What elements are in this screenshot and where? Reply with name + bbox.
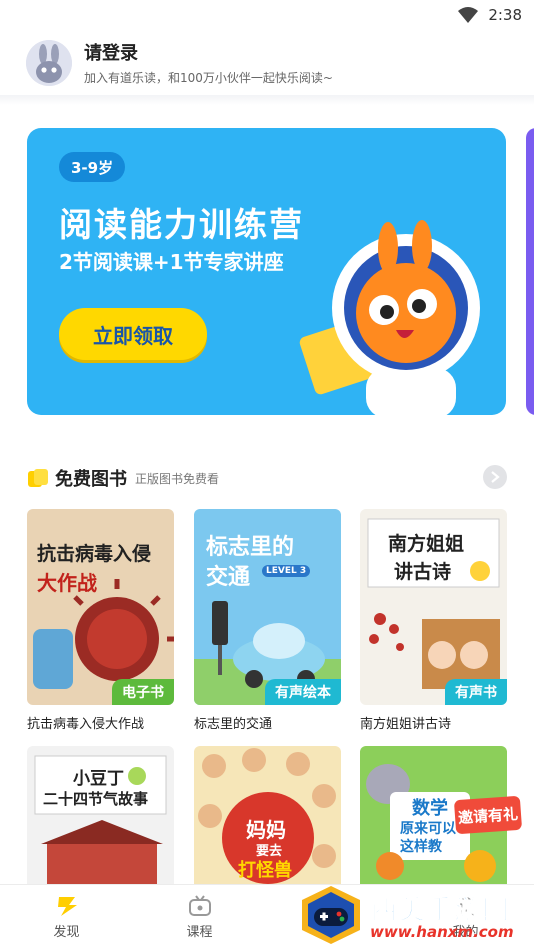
cover-title-line3: 打怪兽 <box>238 860 292 881</box>
book-cover[interactable]: 小豆丁 二十四节气故事 <box>27 746 174 884</box>
banner-subtitle: 2节阅读课+1节专家讲座 <box>59 250 284 274</box>
book-title[interactable]: 抗击病毒入侵大作战 <box>27 713 174 732</box>
book-type-tag: 有声书 <box>445 679 507 705</box>
cover-title-line3: 这样教 <box>400 839 442 855</box>
astronaut-mascot-icon <box>299 220 480 415</box>
book-cover[interactable]: 南方姐姐 讲古诗 有声书 <box>360 509 507 705</box>
cover-title-line1: 南方姐姐 <box>388 533 465 555</box>
cover-title-line2: 二十四节气故事 <box>43 790 149 808</box>
book-card[interactable]: 南方姐姐 讲古诗 有声书 南方姐姐讲古诗 <box>360 509 507 732</box>
book-type-tag: 有声绘本 <box>265 679 341 705</box>
book-title[interactable]: 标志里的交通 <box>194 713 341 732</box>
login-subtitle: 加入有道乐读，和100万小伙伴一起快乐阅读~ <box>84 71 333 85</box>
status-time: 2:38 <box>488 6 522 24</box>
book-cover[interactable]: 妈妈 要去 打怪兽 <box>194 746 341 884</box>
header-divider <box>0 95 534 105</box>
site-watermark: 西美手游网 www.hanxm.com <box>298 880 534 949</box>
book-card[interactable]: 抗击病毒入侵 大作战 电子书 抗击病毒入侵大作战 <box>27 509 174 732</box>
wifi-icon <box>458 7 479 23</box>
status-bar: 2:38 <box>0 0 534 30</box>
login-header[interactable]: 请登录 加入有道乐读，和100万小伙伴一起快乐阅读~ <box>0 30 534 95</box>
section-title: 免费图书 <box>55 469 127 490</box>
book-title[interactable]: 南方姐姐讲古诗 <box>360 713 507 732</box>
age-tag: 3-9岁 <box>59 152 126 182</box>
discover-icon <box>57 896 77 916</box>
nav-discover[interactable]: 发现 <box>0 885 133 949</box>
cover-title-line2: 原来可以 <box>400 821 456 837</box>
cover-title-line1: 妈妈 <box>246 818 286 842</box>
book-type-tag: 电子书 <box>112 679 174 705</box>
watermark-name: 西美手游网 <box>370 895 510 927</box>
cover-title-line1: 数学 <box>412 798 448 819</box>
book-cover[interactable]: 抗击病毒入侵 大作战 电子书 <box>27 509 174 705</box>
cover-title-line1: 标志里的 <box>206 535 295 560</box>
nav-label: 发现 <box>53 924 80 940</box>
cover-title-line2: 大作战 <box>37 571 97 595</box>
book-cover[interactable]: 标志里的 交通 LEVEL 3 有声绘本 <box>194 509 341 705</box>
nav-course[interactable]: 课程 <box>133 885 266 949</box>
nav-label: 课程 <box>186 924 213 940</box>
cover-title-line1: 抗击病毒入侵 <box>37 543 152 565</box>
next-banner-peek[interactable] <box>526 128 534 415</box>
chevron-right-icon[interactable] <box>483 465 507 489</box>
free-books-header: 免费图书 正版图书免费看 <box>27 464 507 492</box>
banner-title: 阅读能力训练营 <box>59 205 304 244</box>
watermark-url: www.hanxm.com <box>370 923 514 941</box>
cover-title-line2: 交通 <box>206 565 251 590</box>
cover-title-line2: 讲古诗 <box>394 561 452 583</box>
book-card[interactable]: 标志里的 交通 LEVEL 3 有声绘本 标志里的交通 <box>194 509 341 732</box>
login-title[interactable]: 请登录 <box>84 39 333 65</box>
section-subtitle: 正版图书免费看 <box>135 471 220 486</box>
invite-reward-badge[interactable]: 邀请有礼 <box>453 795 523 835</box>
claim-button[interactable]: 立即领取 <box>59 308 207 360</box>
course-tv-icon <box>188 894 211 916</box>
book-card[interactable]: 妈妈 要去 打怪兽 <box>194 746 341 884</box>
rabbit-avatar-icon[interactable] <box>26 39 72 86</box>
level-badge: LEVEL 3 <box>262 565 311 577</box>
gamepad-logo-icon <box>302 885 360 944</box>
cover-title-line1: 小豆丁 <box>73 769 124 789</box>
book-card[interactable]: 小豆丁 二十四节气故事 <box>27 746 174 884</box>
promo-banner[interactable]: 3-9岁 阅读能力训练营 2节阅读课+1节专家讲座 立即领取 <box>27 128 506 415</box>
book-icon <box>28 469 48 487</box>
